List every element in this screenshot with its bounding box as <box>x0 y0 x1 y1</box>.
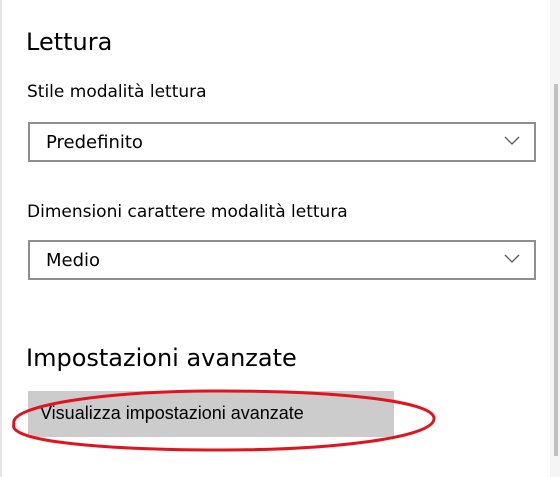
reading-style-dropdown[interactable]: Predefinito <box>28 122 536 162</box>
reading-style-value: Predefinito <box>46 132 143 153</box>
advanced-button-area: Visualizza impostazioni avanzate <box>0 380 440 460</box>
chevron-down-icon <box>504 254 520 263</box>
settings-panel: Lettura Stile modalità lettura Predefini… <box>0 0 560 477</box>
view-advanced-settings-label: Visualizza impostazioni avanzate <box>40 403 304 423</box>
section-title-advanced: Impostazioni avanzate <box>26 344 297 372</box>
chevron-down-icon <box>504 136 520 145</box>
scrollbar-thumb[interactable] <box>554 84 558 456</box>
reading-font-size-label: Dimensioni carattere modalità lettura <box>27 202 348 222</box>
reading-font-size-dropdown[interactable]: Medio <box>28 240 536 280</box>
view-advanced-settings-button[interactable]: Visualizza impostazioni avanzate <box>28 391 394 437</box>
section-title-reading: Lettura <box>26 28 113 56</box>
reading-style-label: Stile modalità lettura <box>27 82 207 102</box>
reading-font-size-value: Medio <box>46 250 101 271</box>
